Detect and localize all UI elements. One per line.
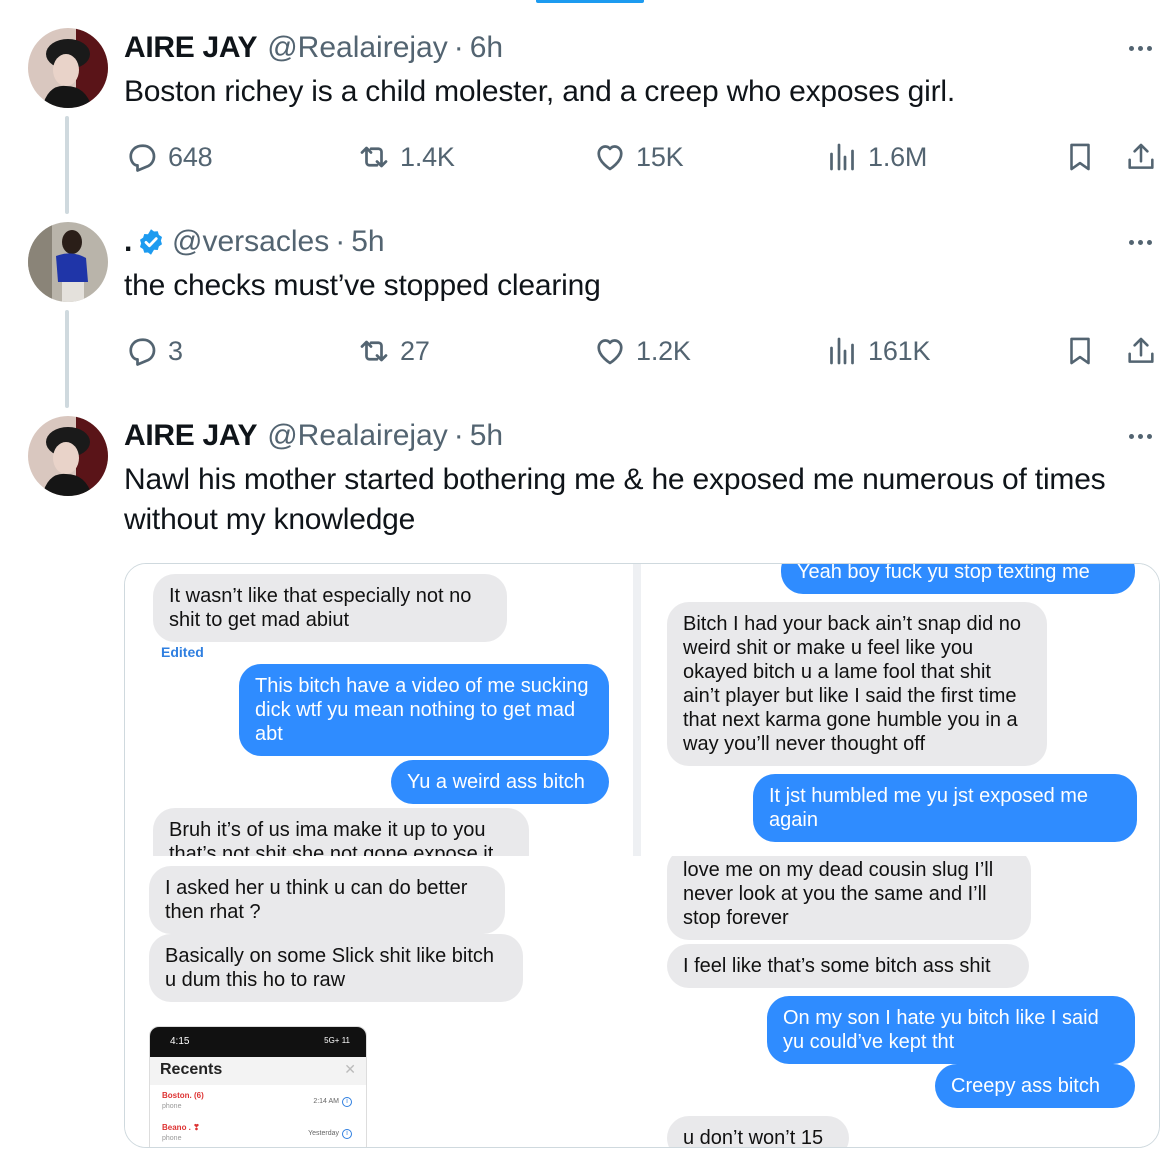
tweet-actions: 648 1.4K 15K 1.6M bbox=[124, 137, 1158, 177]
tweet-1[interactable]: AIRE JAY @Realairejay · 6h Boston richey… bbox=[0, 0, 1176, 196]
phone-status-bar: 4:15 5G+ 11 bbox=[150, 1027, 366, 1057]
recent-call-time-text: Yesterday bbox=[308, 1130, 339, 1137]
retweet-icon bbox=[360, 340, 388, 362]
like-count: 15K bbox=[636, 141, 684, 172]
views-icon bbox=[830, 337, 854, 365]
recent-call-type: phone bbox=[162, 1135, 182, 1142]
like-button[interactable]: 1.2K bbox=[592, 331, 691, 371]
recents-title: Recents bbox=[160, 1061, 223, 1078]
share-icon bbox=[1128, 337, 1154, 363]
timestamp[interactable]: 5h bbox=[470, 419, 503, 453]
display-name[interactable]: AIRE JAY bbox=[124, 31, 258, 65]
more-icon[interactable] bbox=[1124, 420, 1156, 452]
info-icon: i bbox=[342, 1129, 352, 1139]
message-bubble: This bitch have a video of me sucking di… bbox=[239, 664, 609, 756]
tweet-header: AIRE JAY @Realairejay · 5h bbox=[124, 416, 503, 456]
message-bubble: Creepy ass bitch bbox=[935, 1064, 1135, 1108]
reply-button[interactable]: 648 bbox=[124, 137, 213, 177]
separator: · bbox=[335, 225, 346, 258]
message-bubble: On my son I hate yu bitch like I said yu… bbox=[767, 996, 1135, 1064]
tweet-2[interactable]: . @versacles · 5h the checks must’ve sto… bbox=[0, 196, 1176, 392]
message-bubble: Bruh it’s of us ima make it up to you th… bbox=[153, 808, 529, 856]
message-bubble: Bitch I had your back ain’t snap did no … bbox=[667, 602, 1047, 766]
reply-icon bbox=[129, 144, 156, 172]
recent-call-time: 2:14 AM i bbox=[313, 1097, 352, 1107]
retweet-button[interactable]: 1.4K bbox=[356, 137, 455, 177]
more-icon[interactable] bbox=[1124, 32, 1156, 64]
phone-time: 4:15 bbox=[170, 1036, 190, 1047]
message-bubble: I feel like that’s some bitch ass shit bbox=[667, 944, 1029, 988]
message-screenshot-top-left: It wasn’t like that especially not no sh… bbox=[125, 564, 633, 856]
views-icon bbox=[830, 143, 854, 171]
message-bubble: I asked her u think u can do better then… bbox=[149, 866, 505, 934]
reply-count: 3 bbox=[168, 335, 183, 366]
bookmark-button[interactable] bbox=[1062, 331, 1098, 371]
phone-signal: 5G+ 11 bbox=[324, 1036, 350, 1045]
share-button[interactable] bbox=[1123, 137, 1159, 177]
tweet-header: . @versacles · 5h bbox=[124, 222, 385, 262]
retweet-count: 27 bbox=[400, 335, 430, 366]
message-screenshot-bottom-left: I asked her u think u can do better then… bbox=[125, 856, 633, 1147]
close-icon: ✕ bbox=[344, 1061, 356, 1077]
bookmark-button[interactable] bbox=[1062, 137, 1098, 177]
reply-icon bbox=[129, 338, 156, 366]
like-button[interactable]: 15K bbox=[592, 137, 684, 177]
like-count: 1.2K bbox=[636, 335, 691, 366]
display-name[interactable]: AIRE JAY bbox=[124, 419, 258, 453]
timestamp[interactable]: 6h bbox=[470, 31, 503, 65]
retweet-count: 1.4K bbox=[400, 141, 455, 172]
message-bubble: Yeah boy fuck yu stop texting me bbox=[781, 564, 1135, 594]
view-count: 1.6M bbox=[868, 141, 928, 172]
message-bubble: love me on my dead cousin slug I’ll neve… bbox=[667, 856, 1031, 940]
screenshot-divider bbox=[633, 564, 641, 856]
retweet-button[interactable]: 27 bbox=[356, 331, 430, 371]
recents-header: Recents ✕ bbox=[150, 1057, 366, 1085]
bookmark-icon bbox=[1070, 143, 1090, 171]
view-count: 161K bbox=[868, 335, 931, 366]
tweet-text: Boston richey is a child molester, and a… bbox=[124, 75, 955, 108]
recent-call-time: Yesterday i bbox=[308, 1129, 352, 1139]
message-bubble: It jst humbled me yu jst exposed me agai… bbox=[753, 774, 1137, 842]
separator: · bbox=[453, 31, 464, 64]
like-icon bbox=[597, 145, 623, 171]
message-screenshot-top-right: Yeah boy fuck yu stop texting me Bitch I… bbox=[641, 564, 1159, 856]
message-screenshot-bottom-right: love me on my dead cousin slug I’ll neve… bbox=[641, 856, 1159, 1147]
recent-call-type: phone bbox=[162, 1103, 182, 1110]
bookmark-icon bbox=[1070, 337, 1090, 365]
reply-count: 648 bbox=[168, 141, 213, 172]
avatar[interactable] bbox=[28, 416, 108, 496]
avatar[interactable] bbox=[28, 28, 108, 108]
tweet-header: AIRE JAY @Realairejay · 6h bbox=[124, 28, 503, 68]
share-icon bbox=[1128, 143, 1154, 169]
retweet-icon bbox=[360, 146, 388, 168]
more-icon[interactable] bbox=[1124, 226, 1156, 258]
message-bubble: Basically on some Slick shit like bitch … bbox=[149, 934, 523, 1002]
recent-call-name: Beano . ❣ bbox=[162, 1123, 200, 1132]
tweet-media[interactable]: It wasn’t like that especially not no sh… bbox=[124, 563, 1160, 1148]
info-icon: i bbox=[342, 1097, 352, 1107]
tweet-text: the checks must’ve stopped clearing bbox=[124, 269, 601, 302]
like-icon bbox=[597, 339, 623, 365]
message-bubble: Yu a weird ass bitch bbox=[391, 760, 609, 804]
edited-label: Edited bbox=[161, 644, 204, 660]
verified-badge-icon bbox=[140, 229, 163, 255]
views-button[interactable]: 1.6M bbox=[824, 137, 927, 177]
message-bubble: It wasn’t like that especially not no sh… bbox=[153, 574, 507, 642]
separator: · bbox=[453, 419, 464, 452]
timestamp[interactable]: 5h bbox=[351, 225, 384, 259]
avatar[interactable] bbox=[28, 222, 108, 302]
handle[interactable]: @Realairejay bbox=[267, 31, 448, 65]
recent-call-time-text: 2:14 AM bbox=[313, 1098, 339, 1105]
display-name[interactable]: . bbox=[124, 225, 132, 259]
call-log-screenshot: 4:15 5G+ 11 Recents ✕ Boston. (6) phone … bbox=[149, 1026, 367, 1147]
views-button[interactable]: 161K bbox=[824, 331, 930, 371]
tweet-text: Nawl his mother started bothering me & h… bbox=[124, 463, 1106, 536]
recent-call-name: Boston. (6) bbox=[162, 1091, 204, 1100]
handle[interactable]: @versacles bbox=[172, 225, 329, 259]
tweet-actions: 3 27 1.2K 161K bbox=[124, 331, 1158, 371]
handle[interactable]: @Realairejay bbox=[267, 419, 448, 453]
reply-button[interactable]: 3 bbox=[124, 331, 183, 371]
message-bubble: u don’t won’t 15 bbox=[667, 1116, 849, 1147]
share-button[interactable] bbox=[1123, 331, 1159, 371]
